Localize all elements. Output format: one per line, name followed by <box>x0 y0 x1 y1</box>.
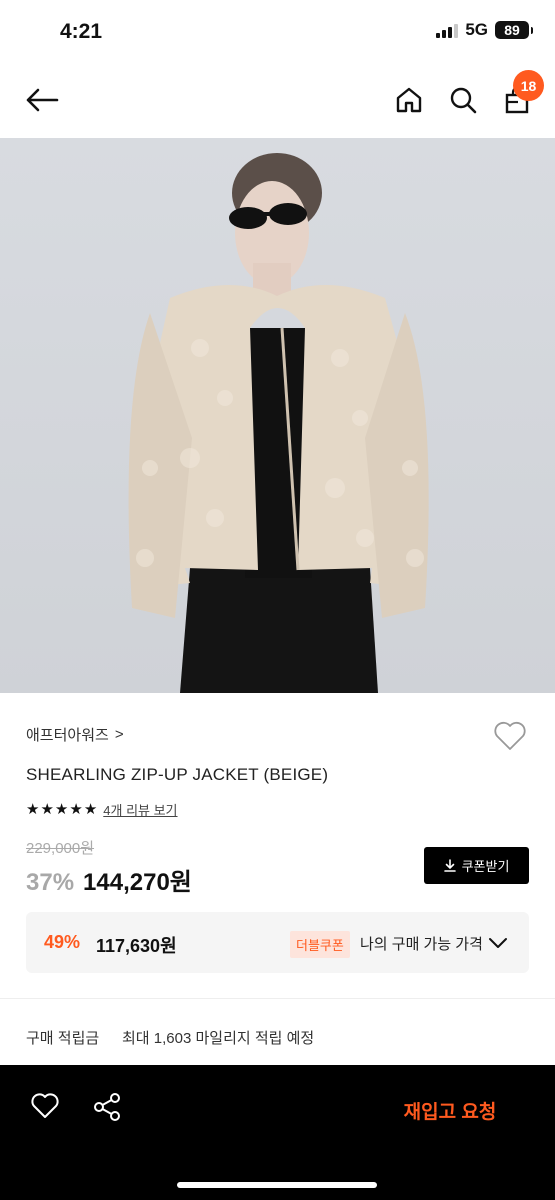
sale-price: 144,270원 <box>83 869 192 896</box>
review-link[interactable]: 4개 리뷰 보기 <box>103 800 177 819</box>
coupon-button-label: 쿠폰받기 <box>461 859 510 874</box>
restock-request-button[interactable]: 재입고 요청 <box>380 1095 520 1125</box>
search-button[interactable] <box>446 82 480 118</box>
rating-row: ★ ★ ★ ★ ★ 4개 리뷰 보기 <box>26 800 178 819</box>
star-icon: ★ <box>26 801 40 818</box>
brand-link[interactable]: 애프터아워즈 > <box>26 724 124 745</box>
product-image[interactable] <box>0 138 555 693</box>
best-price-value: 117,630원 <box>96 936 177 956</box>
best-price-dropdown[interactable]: 49% 117,630원 더블쿠폰 나의 구매 가능 가격 <box>26 912 529 973</box>
jacket-model-photo <box>128 153 429 693</box>
star-icon: ★ <box>69 801 83 818</box>
divider <box>0 998 555 999</box>
battery-icon: 89 <box>495 21 533 39</box>
share-icon <box>94 1093 120 1121</box>
home-icon <box>396 87 422 113</box>
cart-count-badge: 18 <box>513 70 544 101</box>
chevron-right-icon: > <box>114 726 124 743</box>
network-label: 5G <box>465 20 488 39</box>
points-label: 구매 적립금 <box>26 1030 100 1047</box>
original-price: 229,000원 <box>26 840 95 857</box>
wishlist-button[interactable] <box>493 720 527 752</box>
bottom-action-bar: 재입고 요청 <box>0 1065 555 1200</box>
price-row: 37% 144,270원 <box>26 862 192 897</box>
like-button[interactable] <box>30 1092 64 1126</box>
star-icon: ★ <box>40 801 54 818</box>
product-title: SHEARLING ZIP-UP JACKET (BEIGE) <box>26 765 329 784</box>
brand-name: 애프터아워즈 <box>26 727 109 744</box>
chevron-down-icon <box>489 938 507 948</box>
heart-outline-icon <box>31 1093 59 1118</box>
coupon-download-button[interactable]: 쿠폰받기 <box>424 847 529 884</box>
status-time: 4:21 <box>60 20 103 43</box>
back-arrow-icon <box>26 88 59 112</box>
search-icon <box>450 87 477 114</box>
heart-outline-icon <box>494 721 526 750</box>
home-button[interactable] <box>392 82 426 118</box>
home-indicator <box>177 1182 377 1188</box>
download-icon <box>443 859 456 872</box>
share-button[interactable] <box>92 1092 126 1126</box>
star-icon: ★ <box>54 801 69 818</box>
double-coupon-tag: 더블쿠폰 <box>290 931 350 958</box>
best-price-percent: 49% <box>44 932 81 952</box>
top-nav-bar <box>0 62 555 138</box>
best-price-label: 나의 구매 가능 가격 <box>360 936 483 953</box>
star-rating: ★ ★ ★ ★ ★ <box>26 802 97 817</box>
status-indicators: 5G 89 <box>436 20 533 40</box>
back-button[interactable] <box>22 82 62 118</box>
signal-icon <box>436 23 459 38</box>
discount-percent: 37% <box>26 869 75 896</box>
star-icon: ★ <box>83 801 98 818</box>
points-value: 최대 1,603 마일리지 적립 예정 <box>122 1030 315 1047</box>
status-bar: 4:21 5G 89 <box>0 0 555 62</box>
